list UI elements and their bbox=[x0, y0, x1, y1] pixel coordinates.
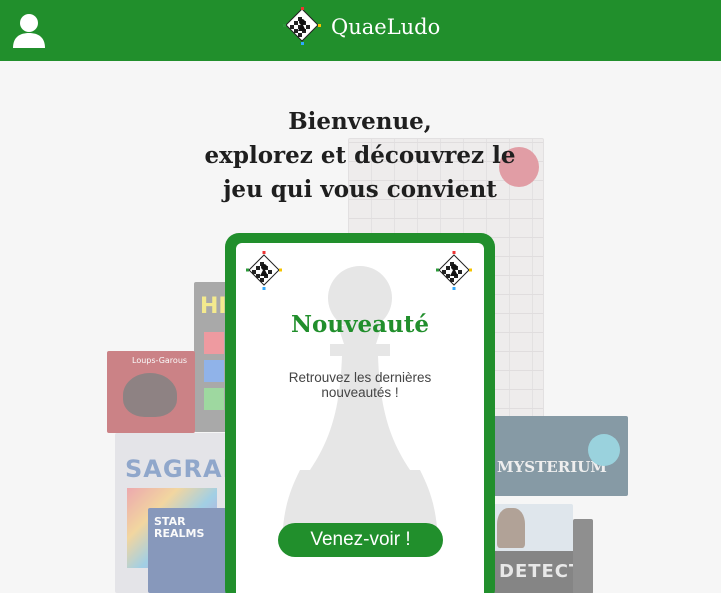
hero-headline: Bienvenue, explorez et découvrez le jeu … bbox=[160, 105, 560, 207]
brand-name: QuaeLudo bbox=[331, 15, 441, 39]
chess-logo-icon bbox=[283, 7, 321, 45]
venez-voir-button[interactable]: Venez-voir ! bbox=[278, 523, 443, 557]
headline-line-3: jeu qui vous convient bbox=[223, 176, 497, 203]
brand[interactable]: QuaeLudo bbox=[283, 7, 440, 47]
game-box-loups-garous: Loups-Garous bbox=[107, 351, 195, 433]
game-box-star-realms: STAR REALMS bbox=[148, 508, 233, 593]
card-title: Nouveauté bbox=[291, 311, 429, 338]
new-releases-card: Nouveauté Retrouvez les dernières nouvea… bbox=[225, 233, 495, 593]
chess-logo-icon bbox=[436, 251, 472, 290]
headline-line-1: Bienvenue, bbox=[288, 108, 432, 135]
user-icon bbox=[13, 14, 45, 48]
chess-logo-icon bbox=[246, 251, 282, 290]
user-account-button[interactable] bbox=[12, 13, 46, 49]
headline-line-2: explorez et découvrez le bbox=[204, 142, 516, 169]
hero-section: HI Loups-Garous SAGRADA STAR REALMS MYST… bbox=[0, 61, 721, 593]
game-box-portrait bbox=[493, 504, 573, 554]
card-body: Nouveauté Retrouvez les dernières nouvea… bbox=[236, 243, 484, 593]
pawn-icon bbox=[282, 266, 438, 550]
game-box-mysterium: MYSTERIUM bbox=[493, 416, 628, 496]
card-description: Retrouvez les dernières nouveautés ! bbox=[288, 370, 432, 400]
game-box-edge bbox=[573, 519, 593, 593]
top-bar: QuaeLudo bbox=[0, 0, 721, 61]
